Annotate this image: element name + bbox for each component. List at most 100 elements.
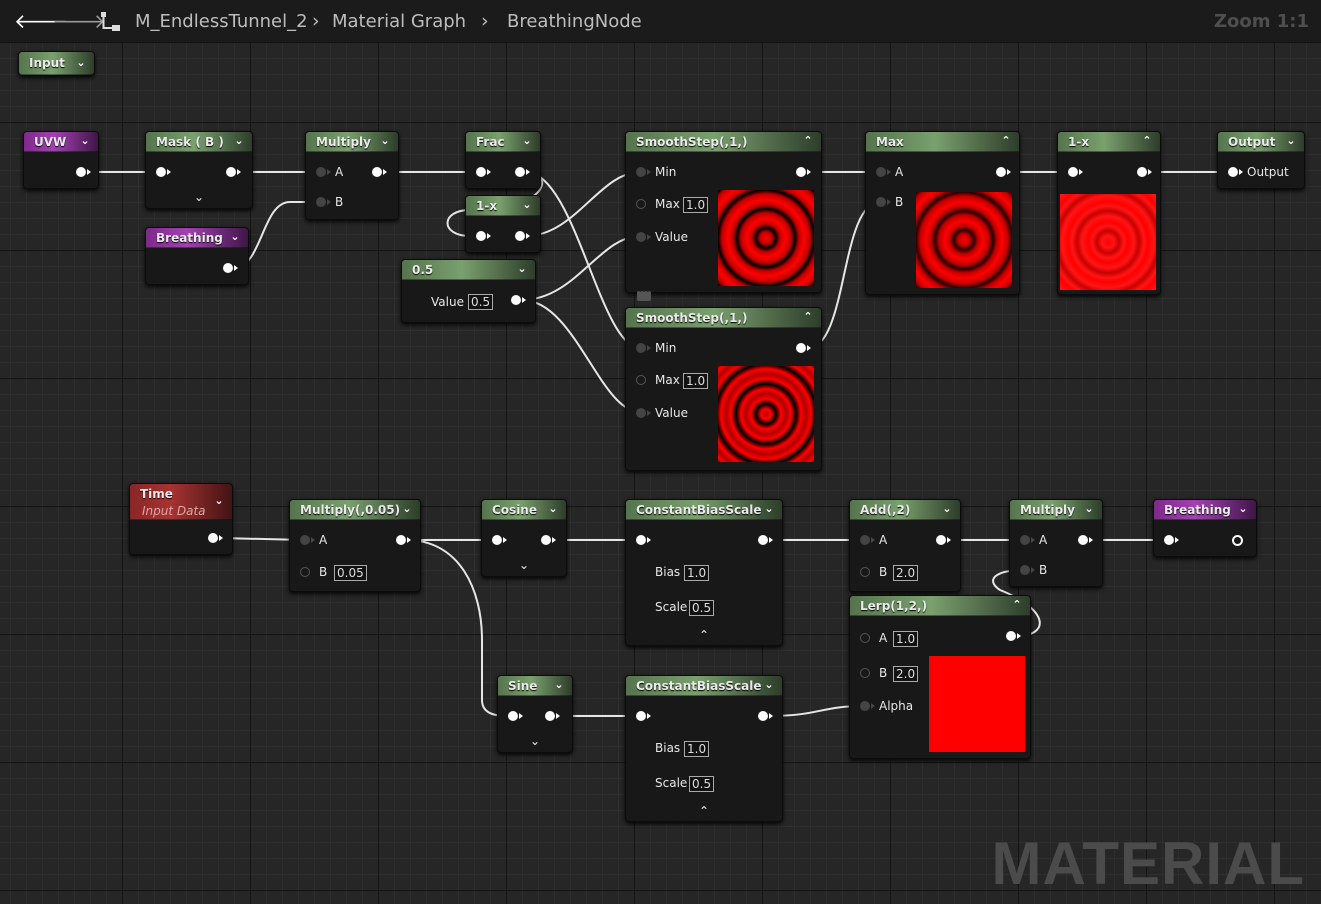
- node-cosine[interactable]: Cosine ⌄ ⌄: [481, 499, 567, 577]
- node-frac[interactable]: Frac ⌄: [465, 131, 541, 189]
- input-pin-b[interactable]: [300, 567, 310, 577]
- chevron-down-icon[interactable]: ⌄: [191, 190, 207, 204]
- value-field[interactable]: 1.0: [684, 565, 710, 581]
- node-one-minus[interactable]: 1-x ⌃: [1057, 131, 1161, 295]
- output-pin[interactable]: [541, 535, 556, 545]
- input-pin[interactable]: [476, 231, 491, 241]
- output-pin[interactable]: [372, 167, 387, 177]
- input-pin-value[interactable]: [636, 408, 651, 418]
- chevron-down-icon[interactable]: ⌄: [516, 558, 532, 572]
- input-pin-a[interactable]: [860, 633, 870, 643]
- chevron-down-icon[interactable]: ⌄: [514, 261, 530, 277]
- output-pin[interactable]: [515, 231, 530, 241]
- input-pin[interactable]: [492, 535, 507, 545]
- input-pin[interactable]: [1164, 535, 1179, 545]
- output-pin[interactable]: [223, 263, 238, 273]
- output-pin[interactable]: [76, 167, 91, 177]
- input-pin-a[interactable]: [316, 167, 331, 177]
- chevron-up-icon[interactable]: ⌃: [1139, 133, 1155, 149]
- node-smoothstep[interactable]: SmoothStep(,1,) ⌃ Min Max 1.0 Value: [625, 307, 822, 471]
- output-pin[interactable]: [796, 167, 811, 177]
- input-pin-value[interactable]: [636, 232, 651, 242]
- output-pin[interactable]: [936, 535, 951, 545]
- value-field[interactable]: 1.0: [683, 197, 709, 213]
- value-field[interactable]: 2.0: [893, 666, 919, 682]
- value-field[interactable]: 1.0: [893, 631, 919, 647]
- value-field[interactable]: 0.05: [334, 565, 367, 581]
- value-field[interactable]: 1.0: [684, 741, 710, 757]
- node-one-minus[interactable]: 1-x ⌄: [465, 195, 541, 253]
- output-pin[interactable]: [511, 295, 526, 305]
- input-pin-a[interactable]: [300, 535, 315, 545]
- chevron-down-icon[interactable]: ⌄: [545, 501, 561, 517]
- chevron-down-icon[interactable]: ⌄: [1235, 501, 1251, 517]
- input-pin-a[interactable]: [876, 167, 891, 177]
- breadcrumb-item[interactable]: BreathingNode: [507, 11, 642, 32]
- output-pin[interactable]: [226, 167, 241, 177]
- output-pin[interactable]: [758, 711, 773, 721]
- value-field[interactable]: 0.5: [689, 600, 715, 616]
- forward-arrow-icon[interactable]: 🡒: [52, 9, 106, 33]
- chevron-down-icon[interactable]: ⌄: [761, 677, 777, 693]
- chevron-down-icon[interactable]: ⌄: [1283, 133, 1299, 149]
- input-pin[interactable]: [156, 167, 171, 177]
- chevron-up-icon[interactable]: ⌃: [696, 804, 712, 818]
- node-breathing-param[interactable]: Breathing ⌄: [145, 227, 249, 285]
- input-pin[interactable]: [476, 167, 491, 177]
- node-lerp[interactable]: Lerp(1,2,) ⌃ A 1.0 B 2.0 Alpha: [849, 595, 1031, 759]
- input-pin-a[interactable]: [1020, 535, 1035, 545]
- chevron-down-icon[interactable]: ⌄: [527, 734, 543, 748]
- input-pin-b[interactable]: [316, 197, 331, 207]
- chevron-down-icon[interactable]: ⌄: [231, 133, 247, 149]
- input-pin-min[interactable]: [636, 343, 651, 353]
- input-pin[interactable]: [636, 711, 651, 721]
- value-field[interactable]: 0.5: [468, 294, 494, 310]
- output-pin[interactable]: [208, 533, 223, 543]
- node-multiply[interactable]: Multiply ⌄ A B: [305, 131, 399, 220]
- input-pin-b[interactable]: [860, 567, 870, 577]
- node-time[interactable]: Time Input Data ⌄: [129, 483, 233, 555]
- node-multiply[interactable]: Multiply ⌄ A B: [1009, 499, 1103, 587]
- breadcrumb-item[interactable]: M_EndlessTunnel_2: [135, 11, 308, 32]
- chevron-down-icon[interactable]: ⌄: [519, 197, 535, 213]
- value-field[interactable]: 0.5: [689, 776, 715, 792]
- input-pin-b[interactable]: [860, 668, 870, 678]
- output-pin[interactable]: [545, 711, 560, 721]
- chevron-down-icon[interactable]: ⌄: [77, 133, 93, 149]
- chevron-down-icon[interactable]: ⌄: [377, 133, 393, 149]
- output-pin[interactable]: [396, 535, 411, 545]
- input-pin-max[interactable]: [636, 199, 646, 209]
- node-smoothstep[interactable]: SmoothStep(,1,) ⌃ Min Max 1.0 Value: [625, 131, 822, 293]
- node-multiply[interactable]: Multiply(,0.05) ⌄ A B 0.05: [289, 499, 421, 592]
- output-pin[interactable]: [996, 167, 1011, 177]
- node-input[interactable]: Input ⌄: [18, 51, 95, 76]
- chevron-up-icon[interactable]: ⌃: [998, 133, 1014, 149]
- chevron-down-icon[interactable]: ⌄: [227, 229, 243, 245]
- chevron-up-icon[interactable]: ⌃: [696, 628, 712, 642]
- input-pin[interactable]: [1228, 167, 1243, 177]
- input-pin-a[interactable]: [860, 535, 875, 545]
- chevron-down-icon[interactable]: ⌄: [1081, 501, 1097, 517]
- chevron-down-icon[interactable]: ⌄: [939, 501, 955, 517]
- output-pin[interactable]: [1078, 535, 1093, 545]
- input-pin-alpha[interactable]: [860, 701, 875, 711]
- comment-icon[interactable]: [637, 287, 651, 301]
- input-pin[interactable]: [508, 711, 523, 721]
- node-output[interactable]: Output ⌄ Output: [1217, 131, 1305, 189]
- output-pin[interactable]: [758, 535, 773, 545]
- chevron-up-icon[interactable]: ⌃: [800, 133, 816, 149]
- input-pin-min[interactable]: [636, 167, 651, 177]
- node-uvw[interactable]: UVW ⌄: [23, 131, 99, 189]
- output-pin[interactable]: [515, 167, 530, 177]
- value-field[interactable]: 2.0: [893, 565, 919, 581]
- input-pin-b[interactable]: [876, 197, 891, 207]
- value-field[interactable]: 1.0: [683, 373, 709, 389]
- breadcrumb-item[interactable]: Material Graph: [332, 11, 466, 32]
- output-pin[interactable]: [796, 343, 811, 353]
- chevron-down-icon[interactable]: ⌄: [519, 133, 535, 149]
- chevron-down-icon[interactable]: ⌄: [399, 501, 415, 517]
- chevron-down-icon[interactable]: ⌄: [73, 55, 89, 71]
- output-pin[interactable]: [1137, 167, 1152, 177]
- chevron-down-icon[interactable]: ⌄: [211, 493, 227, 509]
- node-constant[interactable]: 0.5 ⌄ Value 0.5: [401, 259, 536, 323]
